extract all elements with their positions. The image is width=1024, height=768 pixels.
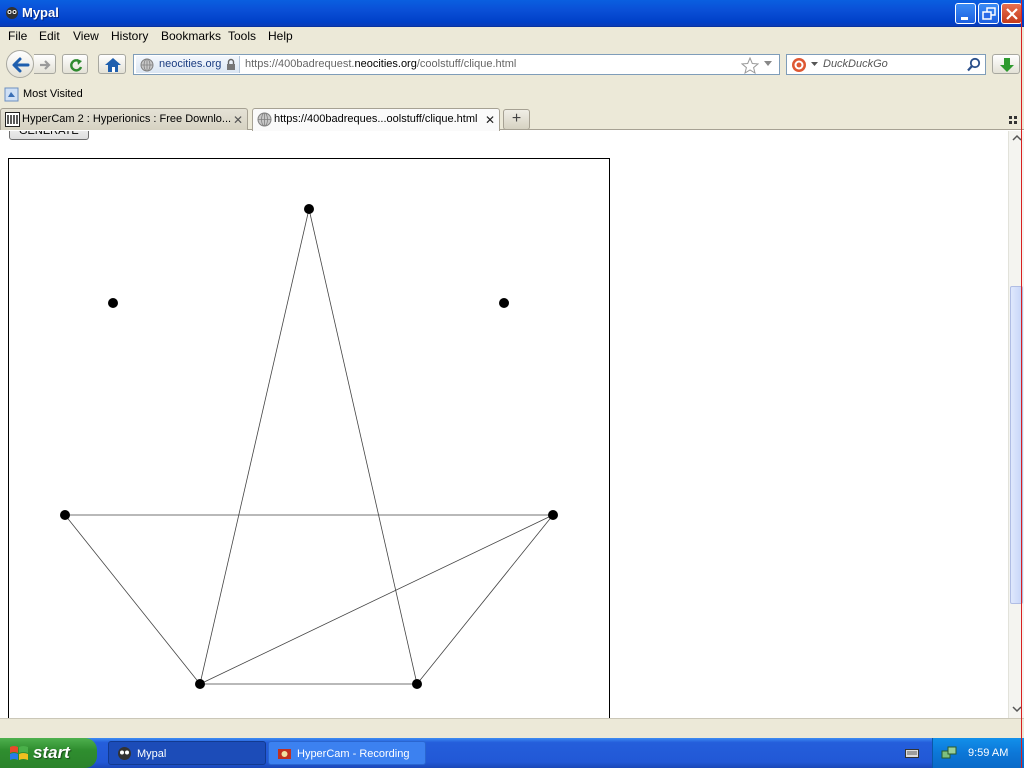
most-visited-bookmark[interactable]: Most Visited — [23, 88, 83, 100]
url-path: /coolstuff/clique.html — [416, 58, 517, 70]
bookmarks-toolbar: Most Visited — [0, 84, 1024, 106]
page-content: GENERATE — [0, 131, 1008, 718]
taskbar-item-mypal[interactable]: Mypal — [108, 741, 266, 765]
url-domain: neocities.org — [354, 58, 417, 70]
tab-hypercam-label: HyperCam 2 : Hyperionics : Free Downlo..… — [22, 113, 232, 125]
system-tray: 9:59 AM — [932, 738, 1024, 768]
generate-button[interactable]: GENERATE — [9, 131, 89, 140]
home-button[interactable] — [98, 54, 126, 74]
engine-dropdown-icon[interactable] — [811, 62, 818, 67]
window-title: Mypal — [22, 5, 59, 20]
network-icon[interactable] — [941, 746, 957, 760]
menu-help[interactable]: Help — [268, 29, 293, 43]
lock-icon — [227, 58, 235, 70]
restore-button[interactable] — [978, 3, 999, 24]
hypercam-favicon-icon — [5, 112, 20, 127]
taskbar-item-hypercam[interactable]: HyperCam - Recording — [268, 741, 426, 765]
taskbar-item-label: Mypal — [137, 748, 167, 760]
search-icon[interactable] — [966, 57, 981, 72]
close-button[interactable] — [1001, 3, 1022, 24]
search-bar[interactable]: DuckDuckGo — [786, 54, 986, 75]
downloads-button[interactable] — [992, 54, 1020, 74]
tab-strip: HyperCam 2 : Hyperionics : Free Downlo..… — [0, 106, 1024, 131]
minimize-button[interactable] — [955, 3, 976, 24]
graph-node-upper-right — [499, 298, 509, 308]
tab-close-icon[interactable]: ✕ — [485, 113, 495, 127]
reload-icon — [70, 59, 83, 72]
tab-hypercam[interactable]: HyperCam 2 : Hyperionics : Free Downlo..… — [0, 108, 248, 130]
navigation-toolbar: neocities.org https://400badrequest.neoc… — [0, 46, 1024, 84]
most-visited-icon — [4, 87, 19, 102]
graph-node-top — [304, 204, 314, 214]
menu-bookmarks[interactable]: Bookmarks — [161, 29, 221, 43]
recording-border — [1021, 0, 1022, 768]
graph-node-bottom-right — [412, 679, 422, 689]
windows-flag-icon — [10, 746, 28, 760]
taskbar-item-label: HyperCam - Recording — [297, 748, 410, 760]
search-placeholder[interactable]: DuckDuckGo — [823, 58, 888, 70]
mypal-taskbar-icon — [118, 747, 131, 760]
graph-node-mid-right — [548, 510, 558, 520]
menu-view[interactable]: View — [73, 29, 99, 43]
menu-tools[interactable]: Tools — [228, 29, 256, 43]
close-icon — [1006, 8, 1018, 20]
taskbar-clock: 9:59 AM — [968, 747, 1009, 759]
status-bar — [0, 718, 1024, 738]
download-arrow-icon — [1000, 58, 1014, 72]
reload-button[interactable] — [62, 54, 88, 74]
home-icon — [105, 58, 121, 72]
new-tab-button[interactable]: + — [503, 109, 530, 130]
plus-icon: + — [511, 110, 522, 127]
back-arrow-icon — [12, 57, 30, 73]
graph-node-bottom-left — [195, 679, 205, 689]
globe-icon — [140, 58, 154, 72]
tab-clique-label: https://400badreques...oolstuff/clique.h… — [274, 113, 478, 125]
globe-favicon-icon — [257, 112, 272, 127]
minimize-icon — [961, 17, 968, 20]
site-identity-button[interactable]: neocities.org — [136, 56, 240, 73]
menu-file[interactable]: File — [8, 29, 27, 43]
url-dropdown-icon[interactable] — [763, 59, 773, 69]
back-button[interactable] — [6, 50, 34, 78]
menu-edit[interactable]: Edit — [39, 29, 60, 43]
graph-node-mid-left — [60, 510, 70, 520]
list-all-tabs-icon[interactable] — [1008, 113, 1020, 125]
forward-button[interactable] — [34, 54, 56, 74]
bookmark-star-icon[interactable] — [741, 57, 759, 74]
graph-node-upper-left — [108, 298, 118, 308]
start-button[interactable]: start — [0, 738, 97, 768]
graph-canvas — [8, 158, 610, 718]
keyboard-icon[interactable] — [905, 747, 919, 759]
menu-history[interactable]: History — [111, 29, 148, 43]
duckduckgo-icon[interactable] — [791, 57, 807, 73]
menu-bar: File Edit View History Bookmarks Tools H… — [0, 27, 1024, 46]
restore-icon — [982, 7, 996, 20]
identity-site: neocities.org — [159, 58, 222, 70]
taskbar: start Mypal HyperCam - Recording 9:59 AM — [0, 738, 1024, 768]
forward-arrow-icon — [40, 60, 51, 70]
tab-close-icon[interactable]: ✕ — [233, 113, 243, 127]
window-titlebar[interactable]: Mypal — [0, 0, 1024, 27]
url-prefix: https://400badrequest. — [245, 58, 355, 70]
start-label: start — [33, 743, 70, 762]
tab-clique[interactable]: https://400badreques...oolstuff/clique.h… — [252, 108, 500, 131]
url-text[interactable]: https://400badrequest.neocities.org/cool… — [245, 58, 516, 70]
hypercam-taskbar-icon — [278, 749, 291, 759]
mypal-app-icon — [6, 7, 18, 19]
url-bar[interactable]: neocities.org https://400badrequest.neoc… — [133, 54, 780, 75]
